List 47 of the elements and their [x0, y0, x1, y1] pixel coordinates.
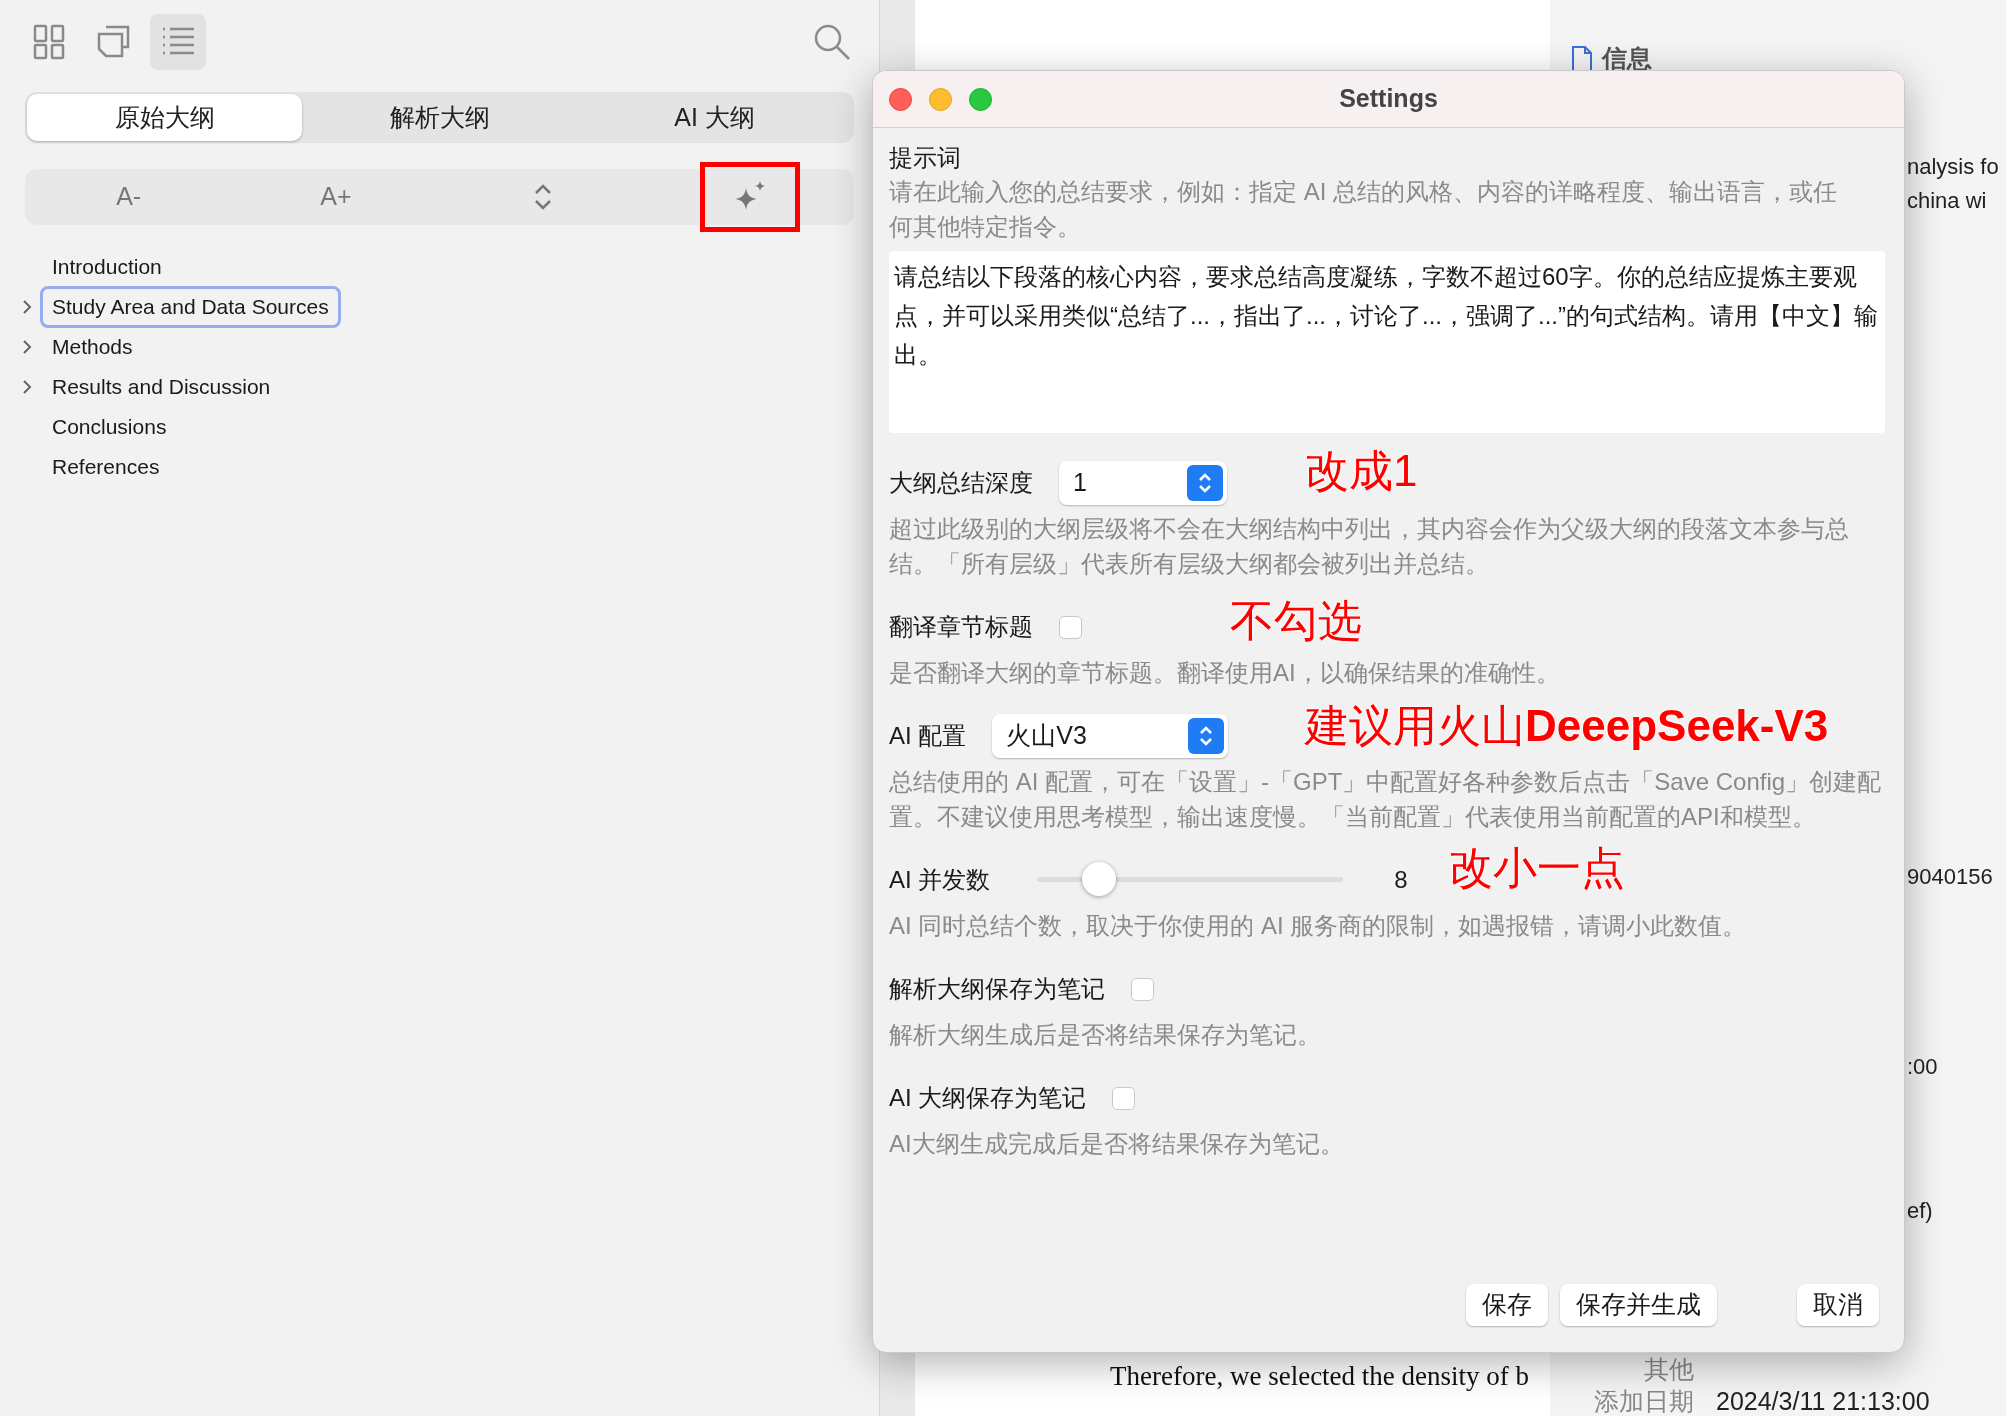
setting-label: 翻译章节标题	[889, 612, 1033, 642]
annotation-text: 改小一点	[1449, 842, 1625, 894]
outline-item[interactable]: Results and Discussion	[40, 366, 283, 408]
outline-item[interactable]: Introduction	[40, 246, 174, 288]
outline-tab[interactable]: 原始大纲	[27, 94, 302, 141]
font-size-button[interactable]: A+	[308, 169, 364, 225]
setting-description: 解析大纲生成后是否将结果保存为笔记。	[889, 1020, 1322, 1050]
info-label: 其他	[1643, 1354, 1694, 1386]
dialog-button[interactable]: 取消	[1797, 1284, 1879, 1326]
outline-item[interactable]: Methods	[40, 326, 145, 368]
info-text: china wi	[1907, 187, 1987, 215]
annotation-text: 建议用火山DeeepSeek-V3	[1305, 700, 1829, 752]
info-text: nalysis fo	[1907, 153, 1999, 181]
outline-item[interactable]: References	[40, 446, 172, 488]
info-label: 添加日期	[1593, 1386, 1694, 1416]
field-hint: 请在此输入您的总结要求，例如：指定 AI 总结的风格、内容的详略程度、输出语言，或任何其他特定指令。	[889, 177, 1838, 242]
setting-label: AI 并发数	[889, 865, 991, 895]
window-title: Settings	[1339, 83, 1438, 115]
annotation-text: 不勾选	[1230, 595, 1362, 647]
font-size-button[interactable]: A-	[104, 169, 154, 225]
setting-description: 总结使用的 AI 配置，可在「设置」-「GPT」中配置好各种参数后点击「Save Config」创建配置。不建议使用思考模型，输出速度慢。「当前配置」代表使用当前配置的API和模型。	[889, 767, 1883, 832]
setting-description: AI大纲生成完成后是否将结果保存为笔记。	[889, 1129, 1345, 1159]
setting-label: 大纲总结深度	[889, 468, 1033, 498]
annotation-text: 改成1	[1305, 445, 1418, 497]
select-field[interactable]: 1	[1059, 461, 1227, 505]
info-value: 2024/3/11 21:13:00	[1716, 1386, 1930, 1416]
setting-label: AI 大纲保存为笔记	[889, 1083, 1087, 1113]
setting-description: 超过此级别的大纲层级将不会在大纲结构中列出，其内容会作为父级大纲的段落文本参与总结。「所有层级」代表所有层级大纲都会被列出并总结。	[889, 514, 1850, 579]
info-text: ef)	[1907, 1197, 1933, 1225]
document-text: Therefore, we selected the density of b	[1110, 1359, 1531, 1393]
field-label: 提示词	[889, 143, 962, 173]
outline-tab[interactable]: AI 大纲	[577, 94, 852, 141]
setting-description: AI 同时总结个数，取决于你使用的 AI 服务商的限制，如遇报错，请调小此数值。	[889, 911, 1748, 941]
select-field[interactable]: 火山V3	[992, 714, 1229, 758]
prompt-field[interactable]: 请总结以下段落的核心内容，要求总结高度凝练，字数不超过60字。你的总结应提炼主要观点，并可以采用类似“总结了...，指出了...，讨论了...，强调了...”的句式结构。请用【中文】输出。	[889, 251, 1885, 433]
setting-description: 是否翻译大纲的章节标题。翻译使用AI，以确保结果的准确性。	[889, 658, 1561, 688]
info-title: 信息	[1602, 43, 1652, 74]
dialog-button[interactable]: 保存并生成	[1560, 1284, 1717, 1326]
outline-item[interactable]: Conclusions	[40, 406, 179, 448]
dialog-button[interactable]: 保存	[1466, 1284, 1548, 1326]
info-text: :00	[1907, 1053, 1938, 1081]
outline-item[interactable]: Study Area and Data Sources	[40, 286, 341, 328]
slider-value: 8	[1394, 865, 1408, 895]
setting-label: AI 配置	[889, 721, 967, 751]
info-text: 9040156	[1907, 863, 1993, 891]
setting-label: 解析大纲保存为笔记	[889, 974, 1105, 1004]
outline-tab[interactable]: 解析大纲	[302, 94, 577, 141]
